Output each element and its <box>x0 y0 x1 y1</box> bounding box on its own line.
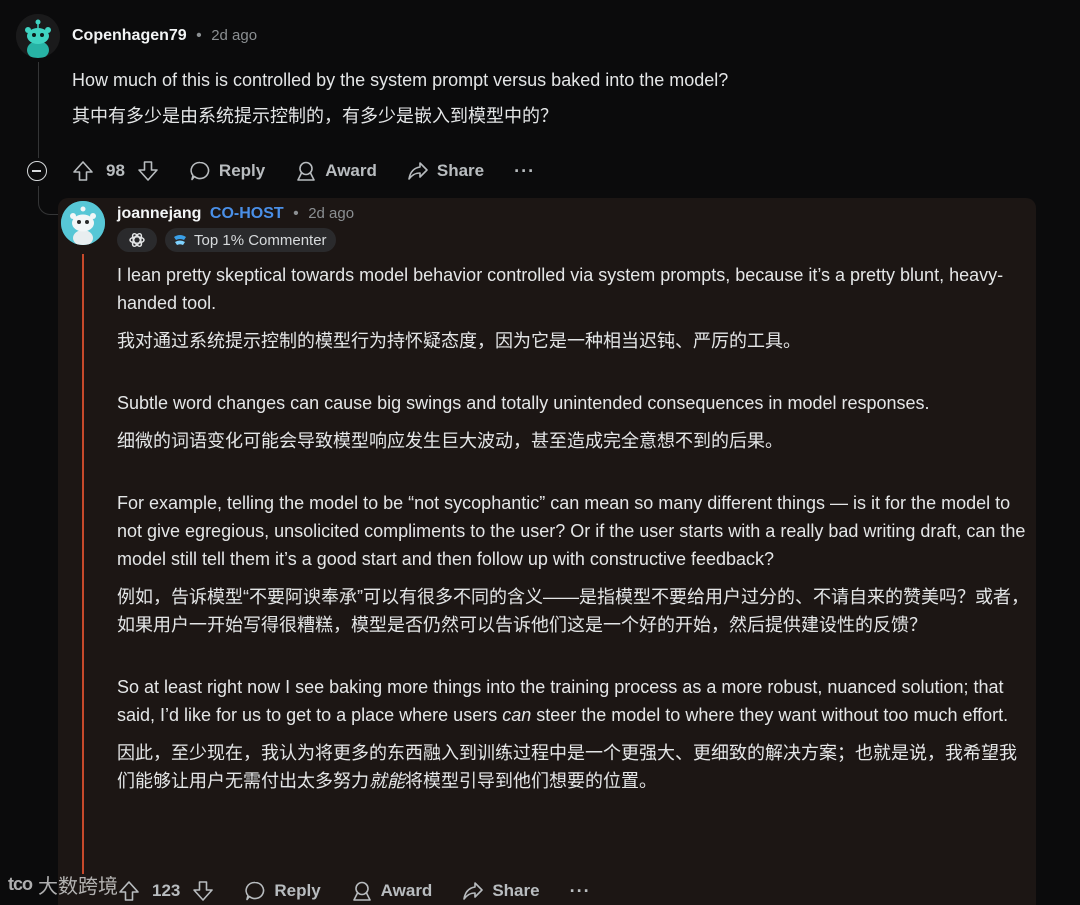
paragraph-en: I lean pretty skeptical towards model be… <box>117 265 1004 313</box>
comment-header: joannejang CO-HOST • 2d ago <box>117 204 354 224</box>
paragraph-zh: 细微的词语变化可能会导致模型响应发生巨大波动，甚至造成完全意想不到的后果。 <box>117 431 783 451</box>
comment-action-bar: 123 Reply Award Share ··· <box>118 880 621 902</box>
reply-button[interactable]: Reply <box>189 160 265 182</box>
downvote-icon[interactable] <box>192 880 214 902</box>
share-icon <box>463 882 484 900</box>
more-options-button[interactable]: ··· <box>570 881 591 902</box>
award-icon <box>297 161 316 181</box>
paragraph-zh: 我对通过系统提示控制的模型行为持怀疑态度，因为它是一种相当迟钝、严厉的工具。 <box>117 331 801 351</box>
reply-label: Reply <box>218 161 266 180</box>
paragraph-en: So at least right now I see baking more … <box>117 673 1032 729</box>
paragraph-en: For example, telling the model to be “no… <box>117 493 1026 569</box>
downvote-icon[interactable] <box>137 160 159 182</box>
collapse-thread-button[interactable] <box>27 161 47 181</box>
award-label: Award <box>325 161 377 180</box>
username-link[interactable]: joannejang <box>117 205 201 222</box>
vote-control: 123 <box>118 880 214 902</box>
separator-dot: • <box>293 205 299 222</box>
snoo-avatar-icon <box>61 201 105 245</box>
comment-bubble-icon <box>245 881 265 901</box>
award-button[interactable]: Award <box>295 160 377 182</box>
comment-thread: Copenhagen79 • 2d ago How much of this i… <box>0 0 1080 905</box>
more-options-button[interactable]: ··· <box>514 161 535 182</box>
share-button[interactable]: Share <box>407 160 484 182</box>
text-run: 将模型引导到他们想要的位置。 <box>405 771 657 791</box>
text-run: steer the model to where they want witho… <box>531 705 1009 725</box>
vote-control: 98 <box>72 160 159 182</box>
snoo-avatar-icon <box>16 14 60 58</box>
commenter-badge-icon <box>174 235 186 245</box>
upvote-icon[interactable] <box>72 160 94 182</box>
thread-line[interactable] <box>82 254 84 874</box>
comment-text-zh: 其中有多少是由系统提示控制的，有多少是嵌入到模型中的？ <box>72 106 558 126</box>
share-label: Share <box>492 881 540 900</box>
comment-body: I lean pretty skeptical towards model be… <box>117 261 1032 795</box>
openai-badge[interactable] <box>117 228 157 252</box>
comment-body: How much of this is controlled by the sy… <box>72 66 1032 138</box>
paragraph-en: Subtle word changes can cause big swings… <box>117 393 930 413</box>
top-commenter-badge[interactable]: Top 1% Commenter <box>165 228 336 252</box>
award-label: Award <box>380 881 433 900</box>
avatar[interactable] <box>16 14 60 58</box>
comment-action-bar: 98 Reply Award Share ··· <box>72 160 565 182</box>
vote-count: 123 <box>152 881 181 900</box>
share-button[interactable]: Share <box>462 880 540 902</box>
share-label: Share <box>436 161 485 180</box>
timestamp[interactable]: 2d ago <box>308 205 354 222</box>
thread-line[interactable] <box>38 62 39 158</box>
watermark-text: 大数跨境 <box>38 876 118 898</box>
username-link[interactable]: Copenhagen79 <box>72 27 187 44</box>
reply-label: Reply <box>274 881 321 900</box>
paragraph-zh: 因此，至少现在，我认为将更多的东西融入到训练过程中是一个更强大、更细致的解决方案… <box>117 739 1032 795</box>
comment-bubble-icon <box>190 161 210 181</box>
user-badges: Top 1% Commenter <box>117 228 336 252</box>
separator-dot: • <box>196 27 202 44</box>
vote-count: 98 <box>106 161 125 180</box>
emphasis-text: 就能 <box>369 771 405 791</box>
comment-text-en: How much of this is controlled by the sy… <box>72 70 729 90</box>
award-icon <box>352 881 371 901</box>
reply-button[interactable]: Reply <box>244 880 321 902</box>
badge-label: Top 1% Commenter <box>194 231 327 249</box>
paragraph-zh: 例如，告诉模型“不要阿谀奉承”可以有很多不同的含义——是指模型不要给用户过分的、… <box>117 587 1029 635</box>
award-button[interactable]: Award <box>351 880 433 902</box>
watermark-logo: tco <box>8 874 33 894</box>
avatar[interactable] <box>61 201 105 245</box>
upvote-icon[interactable] <box>118 880 140 902</box>
openai-logo-icon <box>129 233 145 247</box>
timestamp[interactable]: 2d ago <box>211 27 257 44</box>
comment-header: Copenhagen79 • 2d ago <box>72 26 257 46</box>
emphasis-text: can <box>502 705 532 725</box>
watermark: tco 大数跨境 <box>8 870 118 899</box>
cohost-flair: CO-HOST <box>209 205 284 222</box>
share-icon <box>408 162 428 180</box>
